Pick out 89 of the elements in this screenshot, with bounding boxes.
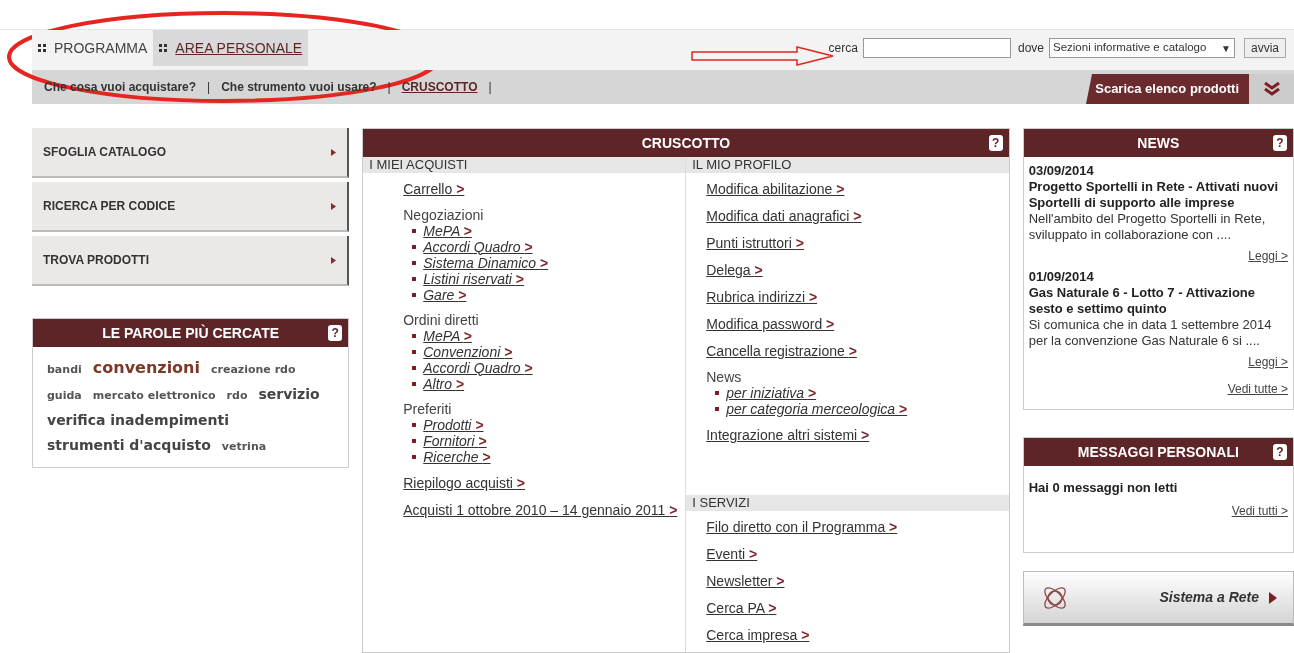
section-heading: I SERVIZI [686,495,1009,511]
chevron-down-icon [1262,82,1281,96]
search-tag[interactable]: rdo [226,383,248,408]
bullet-icon [412,455,417,459]
expand-button[interactable] [1249,74,1294,104]
bullet-icon [412,277,417,281]
panel-title: LE PAROLE PIÙ CERCATE [102,323,280,343]
panel-title: MESSAGGI PERSONALI [1077,442,1239,462]
search-label: cerca [828,40,858,57]
group-label: Negoziazioni [403,207,485,223]
dashboard-link[interactable]: Modifica password > [706,314,835,335]
help-icon[interactable]: ? [1273,135,1287,151]
search-tag[interactable]: bandi [47,357,82,382]
triangle-right-icon [331,148,337,156]
separator: | [207,79,211,96]
group-label: Ordini diretti [403,312,480,328]
download-button[interactable]: Scarica elenco prodotti [1086,74,1249,104]
news-summary: Nell'ambito del Progetto Sportelli in Rete, sviluppato in collaborazione con .... [1028,211,1267,243]
see-all-link[interactable]: Vedi tutti > [1231,501,1288,520]
dashboard-link[interactable]: Modifica abilitazione > [706,179,845,200]
dashboard-link[interactable]: Integrazione altri sistemi > [706,425,870,446]
news-summary: Si comunica che in data 1 settembre 2014 per la convenzione Gas Naturale 6 si .... [1028,317,1273,349]
side-menu-item[interactable]: TROVA PRODOTTI [32,236,350,286]
news-date: 01/09/2014 [1028,269,1095,285]
dashboard-link[interactable]: Filo diretto con il Programma > [706,517,898,538]
dashboard-link[interactable]: Cancella registrazione > [706,341,857,362]
dashboard-sublink[interactable]: Accordi Quadro > [423,236,533,258]
triangle-right-icon [331,202,337,210]
read-more-link[interactable]: Leggi > [1248,248,1288,264]
help-icon[interactable]: ? [988,135,1003,151]
search-tag[interactable]: guida [47,383,82,408]
dashboard-link[interactable]: Modifica dati anagrafici > [706,206,862,227]
search-field[interactable] [862,38,1011,58]
dashboard-link[interactable]: Delega > [706,260,763,281]
search-tag[interactable]: creazione rdo [211,357,296,382]
dashboard-link[interactable]: Cerca PA > [706,598,777,619]
dashboard-sublink[interactable]: per iniziativa > [726,382,817,404]
triangle-right-icon [331,256,337,264]
dashboard-link[interactable]: Punti istruttori > [706,233,804,254]
panel-title: NEWS [1137,133,1180,153]
messages-text: Hai 0 messaggi non letti [1028,479,1179,497]
bullet-icon [412,366,417,370]
group-label: News [706,369,743,385]
bullet-icon [412,261,417,265]
search-tag[interactable]: servizio [258,382,320,407]
search-tag[interactable]: strumenti d'acquisto [47,433,211,458]
separator: | [387,79,391,96]
triangle-right-icon [1269,591,1277,604]
dashboard-link[interactable]: Cerca impresa > [706,625,810,646]
dashboard-link[interactable]: Eventi > [706,544,758,565]
side-menu-item[interactable]: RICERCA PER CODICE [32,182,350,232]
bullet-icon [412,439,417,443]
search-button[interactable]: avvia [1244,38,1286,58]
separator: | [488,79,492,96]
where-label: dove [1017,40,1044,57]
bullet-icon [715,407,720,411]
bullet-icon [412,382,417,386]
side-menu-item[interactable]: SFOGLIA CATALOGO [32,128,350,178]
subnav-link[interactable]: CRUSCOTTO [401,78,478,96]
section-heading: I MIEI ACQUISTI [363,157,686,173]
see-all-link[interactable]: Vedi tutte > [1227,381,1288,397]
search-tag[interactable]: verifica inadempimenti [47,408,229,433]
read-more-link[interactable]: Leggi > [1248,354,1288,370]
news-date: 03/09/2014 [1028,163,1095,179]
nav-tab[interactable]: AREA PERSONALE [153,30,309,66]
dashboard-link[interactable]: Rubrica indirizzi > [706,287,818,308]
news-title: Progetto Sportelli in Rete - Attivati nuovi Sportelli di supporto alle imprese [1028,179,1280,211]
section-heading: IL MIO PROFILO [686,157,1009,173]
bullet-icon [412,423,417,427]
bullet-icon [715,391,720,395]
bullet-icon [412,245,417,249]
search-tag[interactable]: mercato elettronico [92,383,216,408]
help-icon[interactable]: ? [328,325,343,341]
group-label: Preferiti [403,401,453,417]
dashboard-link[interactable]: Carrello > [403,179,465,200]
dashboard-link[interactable]: Newsletter > [706,571,785,592]
bullet-icon [412,293,417,297]
bullet-icon [412,229,417,233]
bullet-icon [412,350,417,354]
where-select[interactable]: Sezioni informative e catalogo ▼ [1049,38,1235,58]
search-tag[interactable]: vetrina [221,434,267,459]
dashboard-link[interactable]: Riepilogo acquisti > [403,473,526,494]
banner-link[interactable]: Sistema a Rete [1022,571,1294,626]
panel-title: CRUSCOTTO [641,133,731,153]
news-title: Gas Naturale 6 - Lotto 7 - Attivazione sesto e settimo quinto [1028,285,1256,317]
search-tag[interactable]: convenzioni [92,355,200,380]
dashboard-link[interactable]: Acquisti 1 ottobre 2010 – 14 gennaio 2011 > [403,500,678,521]
help-icon[interactable]: ? [1273,444,1287,460]
bullet-icon [412,334,417,338]
